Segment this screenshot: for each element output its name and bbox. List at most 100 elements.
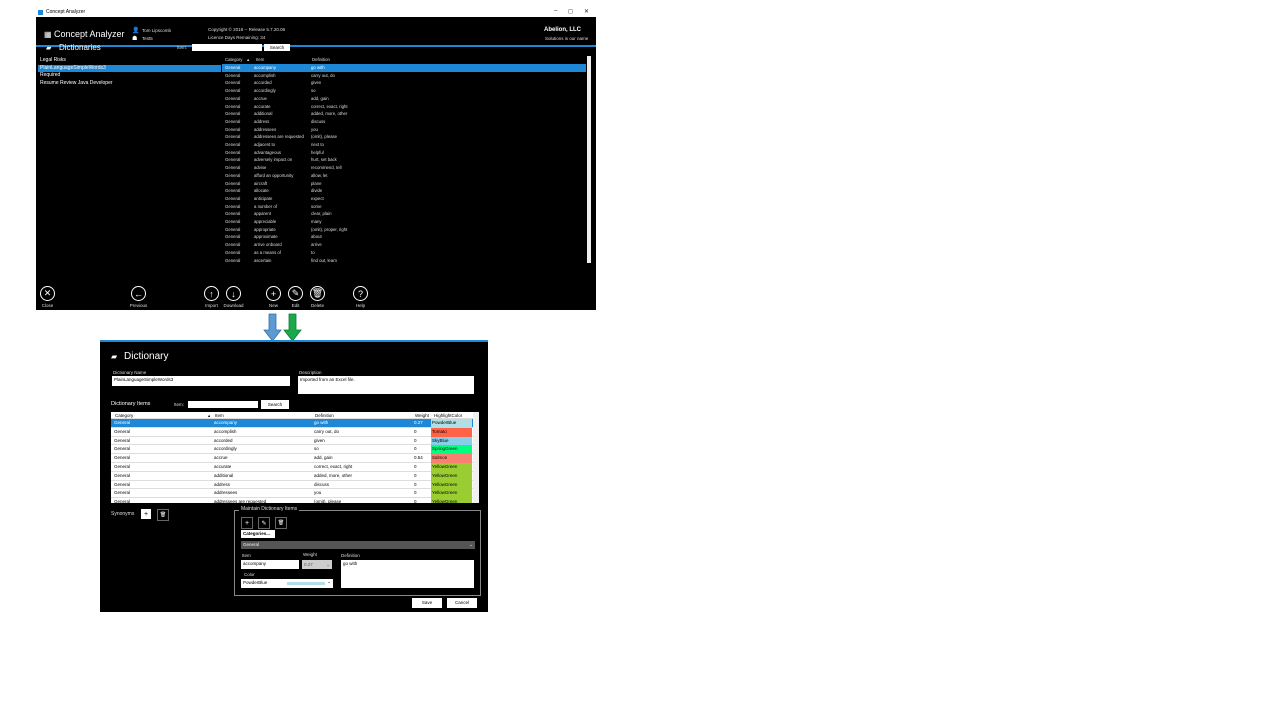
table-row[interactable]: General aircraft plane [222,180,586,188]
grid-cell-color: YellowGreen [431,463,472,472]
table-row[interactable]: General accompany go with [222,64,586,72]
col-definition[interactable]: Definition [312,56,330,64]
download-button[interactable]: ↓ [226,286,241,301]
table-scrollbar[interactable] [587,56,591,263]
table-row[interactable]: General accordingly so [222,87,586,95]
cell-item: anticipate [254,195,273,201]
categories-button[interactable]: Categories... [241,530,275,538]
search-input[interactable] [192,44,262,51]
download-icon: ↓ [231,288,236,299]
weight-stepper[interactable]: 0.27 ⌄ [302,560,332,569]
table-row[interactable]: General apparent clear, plain [222,210,586,218]
close-button[interactable]: ✕ [40,286,55,301]
table-row[interactable]: General allocate divide [222,187,586,195]
item-input[interactable]: accompany [241,560,299,569]
grid-col-item[interactable]: Item [215,412,224,419]
table-row[interactable]: General ascertain find out, learn [222,257,586,265]
synonyms-label: Synonyms [111,511,135,517]
description-input[interactable]: Imported from an Excel file. [298,376,474,394]
dictionary-item-selected[interactable]: PlainLanguageSimpleWords3 [38,64,221,72]
table-row[interactable]: General approximate about [222,233,586,241]
add-synonym-button[interactable]: + [141,509,151,519]
table-row[interactable]: General accomplish carry out, do [222,72,586,80]
table-row[interactable]: General as a means of to [222,249,586,257]
grid-row[interactable]: General address discuss 0 YellowGreen [111,480,473,490]
table-row[interactable]: General additional added, more, other [222,110,586,118]
grid-row[interactable]: General accrue add, gain 0.54 Salmon [111,454,473,463]
grid-scrollbar[interactable] [473,412,479,503]
table-row[interactable]: General addressees you [222,126,586,134]
help-label: Help [355,303,366,308]
app-header: ▦ Concept Analyzer 👤 Tom Lipscomb ☗ Test… [36,17,596,45]
table-row[interactable]: General adjacent to next to [222,141,586,149]
cell-definition: so [311,88,316,94]
table-row[interactable]: General advantageous helpful [222,149,586,157]
grid-col-category[interactable]: Category [115,412,133,419]
grid-row[interactable]: General accomplish carry out, do 0 Tomato [111,427,473,437]
table-row[interactable]: General arrive onboard arrive [222,241,586,249]
dictionary-item[interactable]: Resume Review Java Developer [38,80,221,88]
table-row[interactable]: General accurate correct, exact, right [222,103,586,111]
delete-item-button[interactable]: 🗑 [275,517,287,529]
table-row[interactable]: General a number of some [222,203,586,211]
grid-row[interactable]: General additional added, more, other 0 Yell… [111,471,473,481]
search-button[interactable]: Search [264,44,290,51]
grid-col-color[interactable]: HighlightColor [434,412,462,419]
add-item-button[interactable]: + [241,517,253,529]
grid-cell-definition: so [314,446,319,452]
table-row[interactable]: General addressees are requested (omit), p… [222,133,586,141]
grid-row[interactable]: General accurate correct, exact, right 0 Yel… [111,463,473,472]
table-row[interactable]: General accorded given [222,79,586,87]
table-row[interactable]: General accrue add, gain [222,95,586,103]
dictionary-name-input[interactable]: PlainLanguageSimpleWords3 [112,376,290,386]
cell-category: General [225,134,241,140]
grid-cell-category: General [114,446,131,452]
dialog-search-input[interactable] [188,401,258,408]
minimize-button[interactable]: – [554,8,557,14]
dictionary-item[interactable]: Required [38,72,221,80]
definition-input[interactable]: go with [341,560,474,588]
save-button[interactable]: Save [412,598,442,608]
new-button[interactable]: + [266,286,281,301]
grid-row[interactable]: General addressees you 0 YellowGreen [111,489,473,499]
delete-button[interactable]: 🗑 [310,286,325,301]
color-select[interactable]: PowderBlue ⌄ [241,579,333,588]
description-label: Description [299,370,322,375]
grid-col-weight[interactable]: Weight [415,412,429,419]
edit-item-button[interactable]: ✎ [258,517,270,529]
previous-icon: ← [134,288,143,299]
grid-col-definition[interactable]: Definition [315,412,334,419]
cell-category: General [225,80,241,86]
cell-definition: about [311,234,322,240]
maximize-button[interactable]: ◻ [568,8,573,15]
cell-item: addressees are requested [254,134,304,140]
col-item[interactable]: Item [256,56,264,64]
cell-item: as a means of [254,249,281,255]
col-category[interactable]: Category [225,56,242,64]
cancel-button[interactable]: Cancel [447,598,477,608]
import-button[interactable]: ↑ [204,286,219,301]
cell-item: advise [254,165,267,171]
table-row[interactable]: General appropriate (omit), proper, right [222,226,586,234]
table-row[interactable]: General adversely impact on hurt, set back [222,156,586,164]
app-icon [38,10,43,15]
delete-synonym-button[interactable]: 🗑 [157,509,169,521]
grid-cell-color: PowderBlue [431,419,472,428]
dictionary-item[interactable]: Legal Risks [38,57,221,65]
table-row[interactable]: General appreciable many [222,218,586,226]
grid-row[interactable]: General addressees are requested (omit), p… [111,498,473,503]
table-row[interactable]: General address discuss [222,118,586,126]
previous-button[interactable]: ← [131,286,146,301]
grid-row[interactable]: General accorded given 0 SkyBlue [111,436,473,446]
category-select[interactable]: General ⌄ [241,541,475,549]
table-row[interactable]: General afford an opportunity allow, let [222,172,586,180]
grid-row[interactable]: General accordingly so 0 SpringGreen [111,445,473,455]
table-row[interactable]: General anticipate expect [222,195,586,203]
table-row[interactable]: General advise recommend, tell [222,164,586,172]
edit-button[interactable]: ✎ [288,286,303,301]
close-window-button[interactable]: ✕ [584,8,589,15]
sort-icon: ▴ [208,413,211,418]
dialog-search-button[interactable]: Search [261,400,289,409]
grid-row[interactable]: General accompany go with 0.27 PowderBlue [111,419,473,428]
help-button[interactable]: ? [353,286,368,301]
